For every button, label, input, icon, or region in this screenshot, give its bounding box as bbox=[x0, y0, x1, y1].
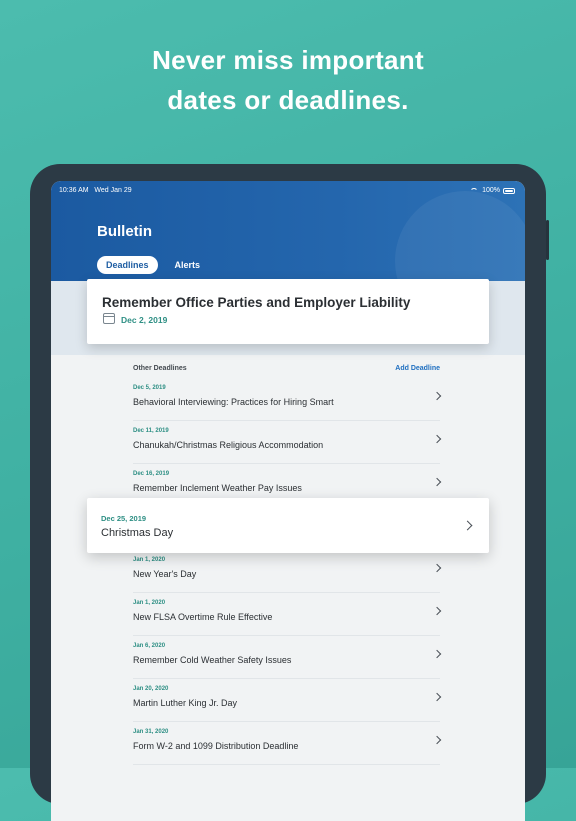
calendar-icon bbox=[103, 313, 115, 324]
page-title: Bulletin bbox=[97, 223, 152, 240]
side-button bbox=[546, 220, 549, 260]
item-title: Behavioral Interviewing: Practices for H… bbox=[133, 397, 334, 407]
status-day: Wed Jan 29 bbox=[94, 187, 132, 194]
list-item[interactable]: Jan 31, 2020 Form W-2 and 1099 Distribut… bbox=[133, 721, 442, 765]
chevron-right-icon bbox=[432, 606, 442, 616]
item-title: Chanukah/Christmas Religious Accommodati… bbox=[133, 440, 324, 450]
item-date: Jan 20, 2020 bbox=[133, 686, 169, 692]
chevron-right-icon bbox=[462, 520, 473, 531]
highlighted-deadline-card[interactable]: Dec 25, 2019 Christmas Day bbox=[87, 498, 489, 553]
item-date: Dec 16, 2019 bbox=[133, 471, 170, 477]
item-title: New FLSA Overtime Rule Effective bbox=[133, 612, 273, 622]
item-date: Jan 6, 2020 bbox=[133, 643, 166, 649]
wifi-icon bbox=[470, 188, 479, 194]
item-title: Remember Cold Weather Safety Issues bbox=[133, 655, 292, 665]
headline-line-2: dates or deadlines. bbox=[167, 85, 409, 115]
item-date: Jan 31, 2020 bbox=[133, 729, 169, 735]
battery-icon bbox=[503, 188, 515, 194]
item-title: Form W-2 and 1099 Distribution Deadline bbox=[133, 741, 299, 751]
tab-alerts[interactable]: Alerts bbox=[166, 256, 210, 274]
featured-deadline-card[interactable]: Remember Office Parties and Employer Lia… bbox=[87, 279, 489, 344]
chevron-right-icon bbox=[432, 735, 442, 745]
status-battery-percent: 100% bbox=[482, 187, 500, 194]
list-item[interactable]: Jan 1, 2020 New Year's Day bbox=[133, 549, 442, 593]
list-item[interactable]: Dec 5, 2019 Behavioral Interviewing: Pra… bbox=[133, 377, 442, 421]
list-item[interactable]: Jan 20, 2020 Martin Luther King Jr. Day bbox=[133, 678, 442, 722]
item-title: New Year's Day bbox=[133, 569, 197, 579]
chevron-right-icon bbox=[432, 692, 442, 702]
add-deadline-button[interactable]: Add Deadline bbox=[395, 365, 440, 372]
featured-title: Remember Office Parties and Employer Lia… bbox=[102, 295, 411, 310]
status-bar: 10:36 AM Wed Jan 29 100% bbox=[59, 185, 515, 197]
other-deadlines-label: Other Deadlines bbox=[133, 365, 187, 372]
status-time: 10:36 AM bbox=[59, 187, 89, 194]
item-date: Jan 1, 2020 bbox=[133, 600, 166, 606]
item-date: Dec 5, 2019 bbox=[133, 385, 166, 391]
tab-deadlines[interactable]: Deadlines bbox=[97, 256, 158, 274]
item-title: Martin Luther King Jr. Day bbox=[133, 698, 238, 708]
highlighted-title: Christmas Day bbox=[101, 527, 174, 539]
headline-line-1: Never miss important bbox=[152, 45, 424, 75]
marketing-headline: Never miss important dates or deadlines. bbox=[0, 40, 576, 120]
list-item[interactable]: Jan 1, 2020 New FLSA Overtime Rule Effec… bbox=[133, 592, 442, 636]
chevron-right-icon bbox=[432, 434, 442, 444]
list-item[interactable]: Jan 6, 2020 Remember Cold Weather Safety… bbox=[133, 635, 442, 679]
tab-bar: Deadlines Alerts bbox=[97, 256, 209, 274]
list-header: Other Deadlines Add Deadline bbox=[133, 365, 440, 377]
featured-date: Dec 2, 2019 bbox=[121, 315, 168, 325]
list-item[interactable]: Dec 11, 2019 Chanukah/Christmas Religiou… bbox=[133, 420, 442, 464]
chevron-right-icon bbox=[432, 649, 442, 659]
item-date: Jan 1, 2020 bbox=[133, 557, 166, 563]
chevron-right-icon bbox=[432, 477, 442, 487]
item-date: Dec 11, 2019 bbox=[133, 428, 169, 434]
highlighted-date: Dec 25, 2019 bbox=[101, 514, 147, 523]
chevron-right-icon bbox=[432, 391, 442, 401]
chevron-right-icon bbox=[432, 563, 442, 573]
item-title: Remember Inclement Weather Pay Issues bbox=[133, 483, 302, 493]
